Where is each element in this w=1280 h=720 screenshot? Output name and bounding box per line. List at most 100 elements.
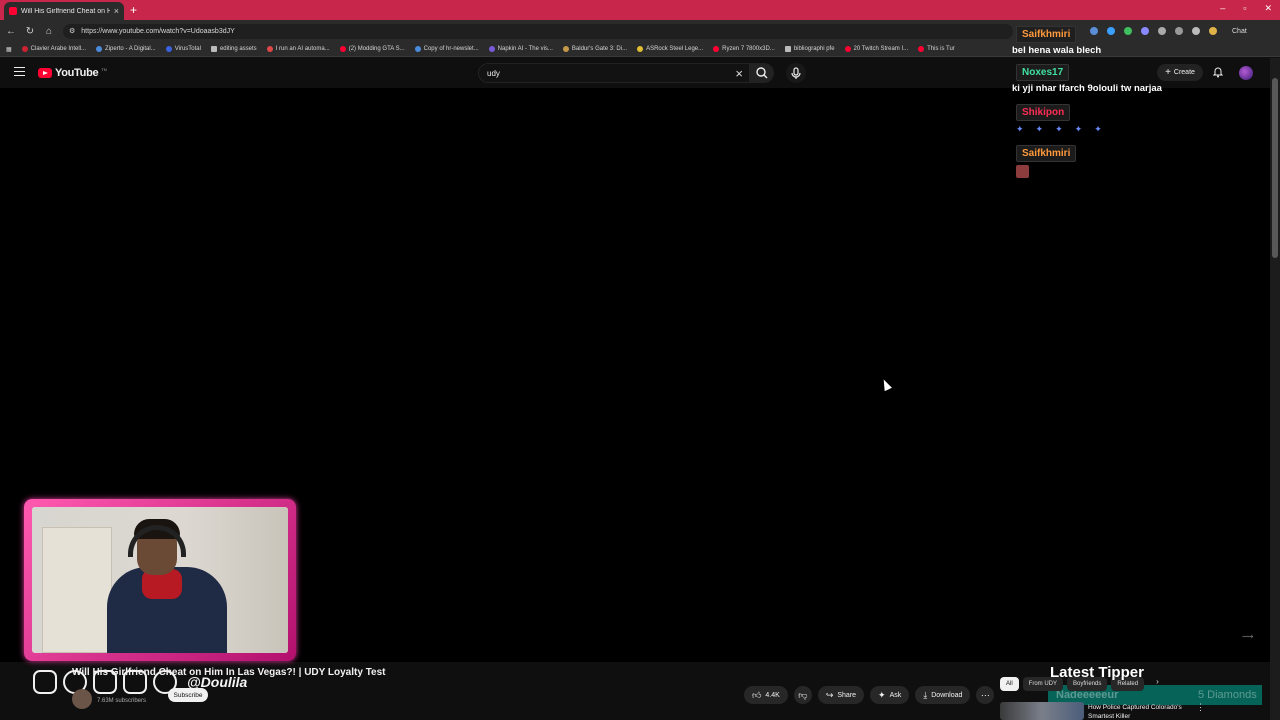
close-window-icon[interactable]: ✕ [1264,3,1272,14]
emote-icon: ✦ [1094,124,1102,134]
chat-message: Shikipon ✦ ✦ ✦ ✦ ✦ [1010,102,1265,135]
video-title: Will His Girlfriend Cheat on Him In Las … [72,667,386,678]
latest-tipper-label: Latest Tipper [1050,664,1144,681]
bookmark-icon [266,46,273,52]
like-button[interactable]: 👍︎ 4.4K [744,686,788,704]
youtube-play-icon [38,68,52,78]
search-input[interactable]: udy × [478,63,750,83]
bookmark-item[interactable]: Baldur's Gate 3: Di... [562,46,627,52]
back-icon[interactable]: ← [6,26,16,37]
folder-icon [784,46,791,52]
bookmark-item[interactable]: (2) Modding GTA S... [339,46,405,52]
youtube-icon [844,46,851,52]
home-icon[interactable]: ⌂ [44,26,54,37]
instagram-icon [33,670,57,694]
ask-button[interactable]: ✦ Ask [870,686,910,704]
bookmark-item[interactable]: Clavier Arabe Intell... [21,46,86,52]
bookmark-item[interactable]: Napkin AI - The vis... [488,46,553,52]
chat-username: Saifkhmiri [1016,145,1077,162]
channel-avatar[interactable] [72,689,92,709]
bookmark-item[interactable]: ASRock Steel Lege... [637,46,703,52]
bookmark-icon [488,46,495,52]
bookmark-item[interactable]: VirusTotal [165,46,201,52]
like-count: 4.4K [765,691,780,699]
bookmark-item[interactable]: This is Tur [918,46,955,52]
download-button[interactable]: ⤓ Download [915,686,971,704]
search-query: udy [487,69,500,78]
image-emote-icon [1016,165,1029,178]
folder-icon [210,46,217,52]
voice-search-button[interactable] [786,63,806,83]
clear-search-icon[interactable]: × [735,66,743,81]
bookmark-item[interactable]: Ryzen 7 7800x3D... [713,46,775,52]
bookmark-item[interactable]: Copy of hr-newslet... [414,46,479,52]
more-actions-button[interactable]: ⋯ [976,686,995,704]
youtube-favicon-icon [9,7,17,15]
minimize-icon[interactable]: – [1220,3,1225,14]
ask-label: Ask [889,691,902,699]
youtube-wordmark: YouTube [55,67,99,79]
webcam-frame [24,499,296,661]
player-watermark-icon: ⟿ [1242,632,1254,641]
subscribe-button[interactable]: Subscribe [168,688,208,702]
share-label: Share [837,691,857,699]
cam-door [42,527,112,653]
tab-close-icon[interactable]: × [114,6,119,16]
bookmark-icon [165,46,172,52]
related-video-title[interactable]: How Police Captured Colorado's Smartest … [1088,703,1198,720]
chat-message: Saifkhmiri [1010,143,1265,178]
bookmark-icon [96,46,103,52]
webcam-feed [32,507,288,653]
chevron-right-icon[interactable]: › [1156,677,1159,691]
share-icon: ↪ [825,689,834,700]
maximize-icon[interactable]: ▫ [1243,3,1246,14]
country-code: TN [101,67,107,72]
chat-text: bel hena wala blech [1012,45,1102,56]
browser-tab[interactable]: Will His Girlfriend Cheat on Hi × [4,2,124,20]
search-button[interactable] [750,63,774,83]
bookmark-item[interactable]: bibliographi pfe [784,46,835,52]
bookmark-item[interactable]: I run an AI automa... [266,46,330,52]
url-text: https://www.youtube.com/watch?v=Udoaasb3… [81,27,235,35]
docs-icon [414,46,421,52]
youtube-logo[interactable]: YouTube TN [38,67,107,79]
bookmark-icon [562,46,569,52]
tab-title: Will His Girlfriend Cheat on Hi [21,7,110,15]
chip-all[interactable]: All [1000,677,1019,691]
reload-icon[interactable]: ↻ [25,26,35,37]
download-label: Download [931,691,963,699]
address-bar[interactable]: ⚙ https://www.youtube.com/watch?v=Udoaas… [63,23,1013,39]
bookmark-icon [637,46,644,52]
menu-icon[interactable] [14,67,25,76]
kebab-menu-icon[interactable]: ⋮ [1196,702,1205,713]
chat-username: Noxes17 [1016,64,1070,81]
bookmark-icon [21,46,28,52]
download-icon: ⤓ [923,689,928,700]
thumbs-down-icon: 👎︎ [798,689,808,700]
bookmark-item[interactable]: editing assets [210,46,257,52]
mic-icon [791,67,801,79]
dislike-button[interactable]: 👎︎ [793,686,812,704]
apps-icon[interactable]: ▦ [6,46,12,53]
share-button[interactable]: ↪ Share [817,686,865,704]
bookmark-item[interactable]: Ziperto - A Digital... [96,46,156,52]
youtube-icon [713,46,720,52]
tipper-amount: 5 Diamonds [1198,689,1257,701]
chat-message: Noxes17 ki yji nhar lfarch 9olouli tw na… [1010,62,1265,94]
emote-icon: ✦ [1035,124,1044,134]
thumbs-up-icon: 👍︎ [752,689,762,700]
related-video-thumbnail[interactable] [1000,702,1084,720]
page-scrollbar[interactable] [1270,58,1280,720]
site-info-icon[interactable]: ⚙ [69,27,75,35]
chat-text: ki yji nhar lfarch 9olouli tw narjaa [1012,83,1162,94]
youtube-icon [918,46,925,52]
new-tab-icon[interactable]: + [130,3,137,17]
screen: Will His Girlfriend Cheat on Hi × + – ▫ … [0,0,1280,720]
chat-message: Saifkhmiri bel hena wala blech [1010,24,1265,56]
bookmark-item[interactable]: 20 Twitch Stream I... [844,46,908,52]
scrollbar-thumb[interactable] [1272,78,1278,258]
chat-username: Saifkhmiri [1016,26,1077,43]
browser-tabstrip: Will His Girlfriend Cheat on Hi × + – ▫ … [0,0,1280,20]
more-icon: ⋯ [980,689,990,700]
subscriber-count: 7.63M subscribers [97,698,147,704]
